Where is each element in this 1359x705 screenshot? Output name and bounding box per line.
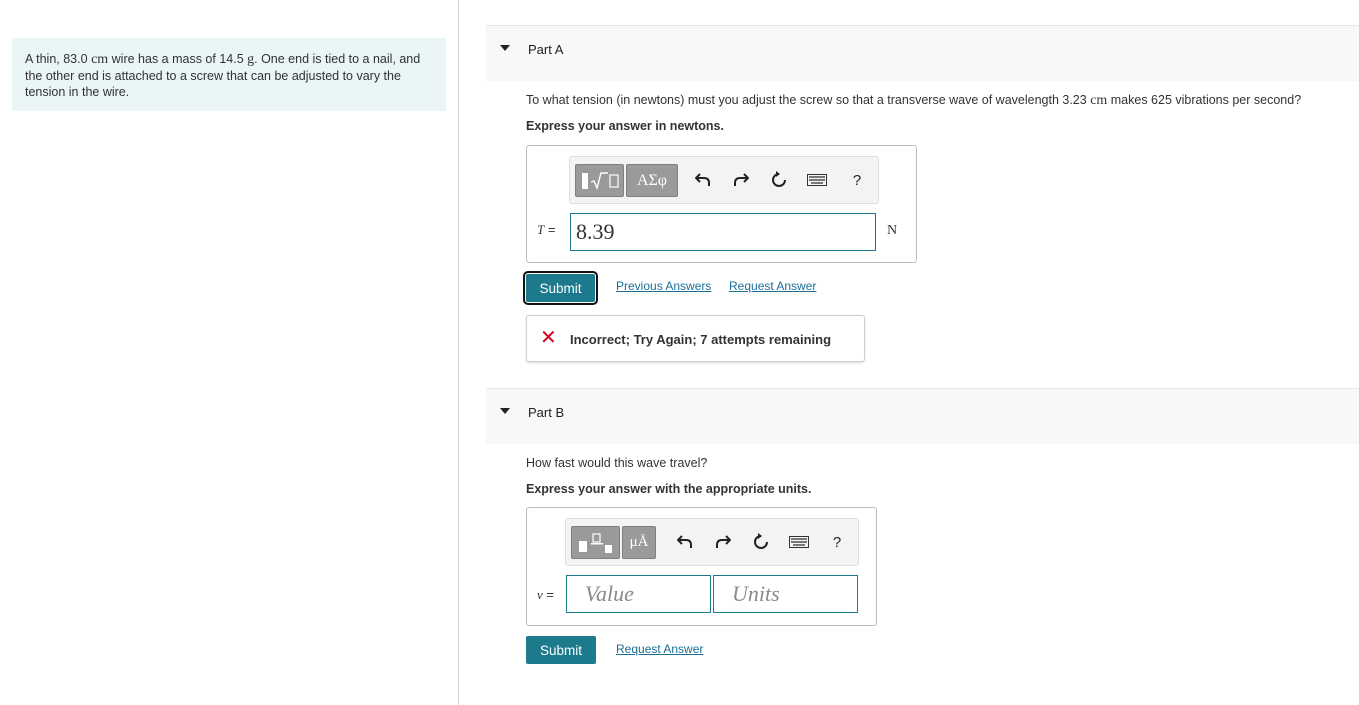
part-b-math-toolbar: μÅ ?	[565, 518, 859, 566]
part-a-answer-box: ΑΣφ ? T = 8.39 N	[526, 145, 917, 263]
part-b-request-answer-link[interactable]: Request Answer	[616, 642, 703, 656]
part-b-instruction: Express your answer with the appropriate…	[526, 482, 812, 496]
part-a-feedback: ✕ Incorrect; Try Again; 7 attempts remai…	[526, 315, 865, 362]
x-icon: ✕	[540, 327, 557, 349]
problem-length-unit: cm	[91, 52, 109, 67]
wavelength-unit: cm	[1090, 93, 1108, 108]
part-a-unit: N	[887, 223, 898, 238]
parts-container: Part A To what tension (in newtons) must…	[486, 0, 1359, 705]
redo-icon[interactable]	[712, 531, 734, 553]
part-a-question-text-end: makes 625 vibrations per second?	[1107, 93, 1302, 107]
part-b-header[interactable]: Part B	[486, 388, 1359, 444]
equals-sign: =	[544, 222, 556, 237]
part-a-instruction: Express your answer in newtons.	[526, 119, 724, 133]
keyboard-icon[interactable]	[806, 169, 828, 191]
problem-length: 83.0	[63, 52, 88, 66]
redo-icon[interactable]	[730, 169, 752, 191]
units-input[interactable]: Units	[713, 575, 858, 613]
units-button[interactable]: μÅ	[622, 526, 656, 559]
part-a-request-answer-link[interactable]: Request Answer	[729, 279, 816, 293]
previous-answers-link[interactable]: Previous Answers	[616, 279, 711, 293]
reset-icon[interactable]	[768, 169, 790, 191]
radical-template-icon[interactable]	[575, 164, 624, 197]
undo-icon[interactable]	[692, 169, 714, 191]
problem-statement: A thin, 83.0 cm wire has a mass of 14.5 …	[12, 38, 446, 111]
collapse-caret-icon[interactable]	[500, 45, 510, 51]
problem-text-2: wire has a mass of 14.5	[108, 52, 248, 66]
feedback-message: Incorrect; Try Again; 7 attempts remaini…	[570, 332, 832, 347]
reset-icon[interactable]	[750, 531, 772, 553]
help-button[interactable]: ?	[826, 531, 848, 553]
help-button[interactable]: ?	[846, 169, 868, 191]
units-template-icon[interactable]	[571, 526, 620, 559]
part-a-question: To what tension (in newtons) must you ad…	[526, 93, 1301, 109]
equals-sign: =	[542, 587, 554, 602]
part-a-title: Part A	[528, 42, 564, 57]
problem-pane: A thin, 83.0 cm wire has a mass of 14.5 …	[0, 0, 459, 705]
part-b-variable-label: v =	[537, 587, 554, 603]
part-a-answer-input[interactable]: 8.39	[570, 213, 876, 251]
undo-icon[interactable]	[674, 531, 696, 553]
part-a-header[interactable]: Part A	[486, 25, 1359, 81]
keyboard-icon[interactable]	[788, 531, 810, 553]
part-b-question: How fast would this wave travel?	[526, 456, 708, 470]
part-a-question-text: To what tension (in newtons) must you ad…	[526, 93, 1091, 107]
greek-symbols-button[interactable]: ΑΣφ	[626, 164, 678, 197]
part-a-variable-label: T =	[537, 222, 555, 238]
value-input[interactable]: Value	[566, 575, 711, 613]
problem-text-1: A thin,	[25, 52, 64, 66]
part-b-answer-box: μÅ ? v = Value Units	[526, 507, 877, 626]
part-a-math-toolbar: ΑΣφ ?	[569, 156, 879, 204]
part-b-title: Part B	[528, 405, 565, 420]
collapse-caret-icon[interactable]	[500, 408, 510, 414]
part-a-submit-button[interactable]: Submit	[523, 271, 598, 305]
part-b-submit-button[interactable]: Submit	[526, 636, 596, 664]
